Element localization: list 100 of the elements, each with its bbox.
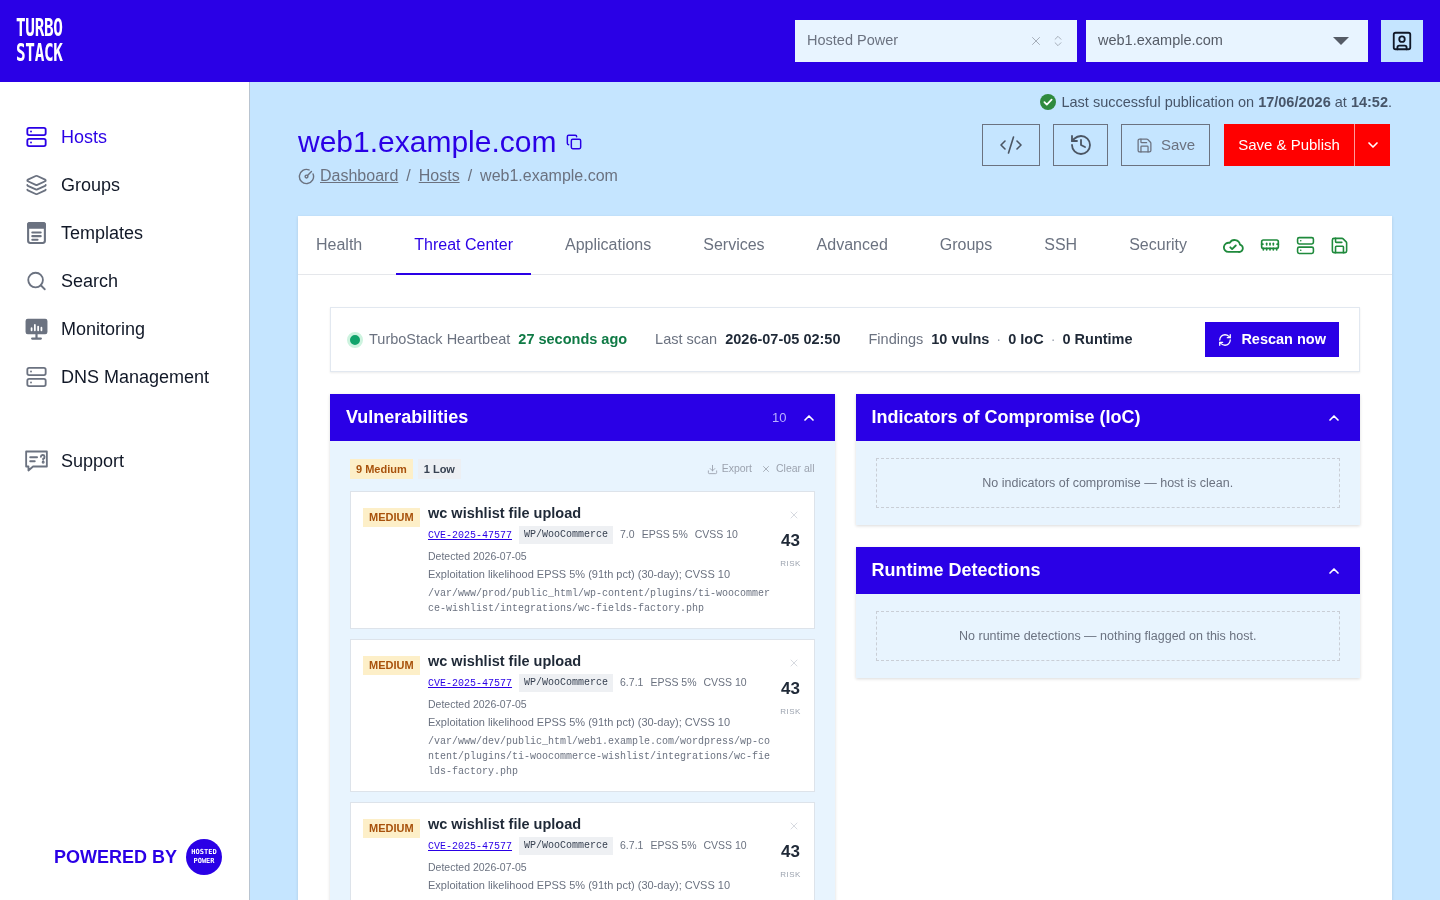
check-circle-icon — [1040, 94, 1057, 110]
vulnerability-description: Exploitation likelihood EPSS 5% (91th pct) (30-day); CVSS 10 — [428, 567, 732, 582]
finding-separator: · — [996, 329, 1002, 349]
profile-button[interactable] — [1381, 20, 1423, 62]
download-icon — [706, 463, 718, 475]
server-icon[interactable] — [1295, 235, 1315, 255]
detected-date: Detected 2026-07-05 — [428, 860, 528, 875]
cvss-label: CVSS 10 — [694, 527, 738, 543]
user-icon — [1391, 30, 1413, 52]
version-label: 6.7.1 — [620, 838, 644, 854]
publication-status: Last successful publication on 17/06/2026 at 14:52. — [1061, 93, 1392, 112]
copy-icon[interactable] — [566, 134, 583, 150]
finding-separator: · — [1050, 329, 1056, 349]
tab[interactable]: Services — [685, 216, 783, 275]
save-icon[interactable] — [1329, 235, 1349, 255]
heartbeat-age: 27 seconds ago — [518, 329, 628, 349]
cve-link[interactable]: CVE-2025-47577 — [428, 838, 512, 854]
tab[interactable]: Health — [298, 216, 381, 275]
code-button[interactable] — [982, 124, 1040, 166]
breadcrumb-link[interactable]: Dashboard — [320, 165, 399, 187]
breadcrumb-separator: / — [406, 166, 411, 186]
risk-label: RISK — [780, 707, 801, 717]
epss-label: EPSS 5% — [650, 675, 697, 691]
save-button[interactable]: Save — [1121, 124, 1210, 166]
risk-score: 43 — [781, 531, 800, 551]
vulnerability-title: wc wishlist file upload — [428, 815, 583, 834]
refresh-icon — [1218, 332, 1233, 347]
cvss-label: CVSS 10 — [703, 675, 747, 691]
file-path: /var/www/prod/public_html/wp-content/plugins/ti-woocommerce-wishlist/integrations/wc-fields-factory.php — [428, 587, 772, 616]
cvss-label: CVSS 10 — [703, 838, 747, 854]
empty-state: No indicators of compromise — host is clean. — [875, 458, 1340, 508]
brand-logo: TURBO STACK — [16, 16, 63, 66]
finding-count: 10 vulns — [931, 329, 990, 349]
cve-link[interactable]: CVE-2025-47577 — [428, 675, 512, 691]
sidebar-item[interactable]: Monitoring — [0, 305, 249, 353]
severity-filter[interactable]: 1 Low — [417, 459, 461, 479]
close-icon — [761, 464, 771, 474]
detected-date: Detected 2026-07-05 — [428, 697, 528, 712]
server-icon — [25, 126, 48, 148]
tab[interactable]: SSH — [1026, 216, 1096, 275]
panel-title: Indicators of Compromise (IoC) — [871, 406, 1141, 429]
sidebar-item[interactable]: Hosts — [0, 113, 249, 161]
vulnerability-description: Exploitation likelihood EPSS 5% (91th pct) (30-day); CVSS 10 — [428, 715, 732, 730]
code-icon — [999, 133, 1023, 157]
tab[interactable]: Applications — [546, 216, 670, 275]
epss-label: EPSS 5% — [641, 527, 688, 543]
severity-badge: MEDIUM — [363, 507, 420, 527]
sidebar-item[interactable]: Support — [0, 437, 249, 485]
breadcrumb-link[interactable]: Hosts — [418, 165, 460, 187]
organization-select[interactable]: Hosted Power — [795, 20, 1077, 62]
page-title: web1.example.com — [298, 124, 557, 160]
last-scan-label: Last scan — [655, 329, 718, 349]
sidebar-item[interactable]: DNS Management — [0, 353, 249, 401]
tab[interactable]: Security — [1111, 216, 1205, 275]
sidebar-item[interactable]: Templates — [0, 209, 249, 257]
layers-icon — [25, 174, 48, 196]
powered-by-label: POWERED BY — [54, 845, 177, 869]
count-label: 10 — [772, 408, 787, 427]
sidebar-item[interactable]: Groups — [0, 161, 249, 209]
severity-badge: MEDIUM — [363, 818, 420, 838]
vulnerability-title: wc wishlist file upload — [428, 504, 583, 523]
package-tag: WP/WooCommerce — [519, 674, 614, 692]
monitor-icon — [25, 318, 48, 340]
cve-link[interactable]: CVE-2025-47577 — [428, 527, 512, 543]
finding-count: 0 Runtime — [1062, 329, 1133, 349]
rescan-button[interactable]: Rescan now — [1205, 322, 1339, 357]
vulnerability-title: wc wishlist file upload — [428, 652, 583, 671]
history-button[interactable] — [1053, 124, 1108, 166]
severity-filter[interactable]: 9 Medium — [350, 459, 413, 479]
findings-label: Findings — [868, 329, 924, 349]
breadcrumb-current: web1.example.com — [480, 166, 618, 186]
risk-score: 43 — [781, 842, 800, 862]
gauge-icon — [298, 167, 315, 185]
panel-title: Vulnerabilities — [346, 406, 469, 429]
package-tag: WP/WooCommerce — [519, 837, 614, 855]
tab[interactable]: Threat Center — [396, 216, 531, 275]
caret-down-icon — [1333, 37, 1349, 45]
tab[interactable]: Groups — [921, 216, 1011, 275]
risk-label: RISK — [780, 559, 801, 569]
vulnerability-description: Exploitation likelihood EPSS 5% (91th pct) (30-day); CVSS 10 — [428, 878, 732, 893]
chat-bubble-icon — [25, 450, 48, 472]
breadcrumb-separator: / — [467, 166, 473, 186]
epss-label: EPSS 5% — [650, 838, 697, 854]
save-icon — [1135, 136, 1153, 154]
severity-badge: MEDIUM — [363, 655, 420, 675]
host-select[interactable]: web1.example.com — [1086, 20, 1368, 62]
history-icon — [1068, 133, 1093, 157]
file-path: /var/www/dev/public_html/web1.example.com/wordpress/wp-content/plugins/ti-woocommerce-wishlist/integrations/wc-fields-factory.php — [428, 735, 772, 779]
server-icon — [25, 366, 48, 388]
publish-button[interactable]: Save & Publish — [1224, 124, 1354, 166]
detected-date: Detected 2026-07-05 — [428, 549, 528, 564]
last-scan-value: 2026-07-05 02:50 — [725, 329, 841, 349]
version-label: 6.7.1 — [620, 675, 644, 691]
risk-score: 43 — [781, 679, 800, 699]
sidebar-item[interactable]: Search — [0, 257, 249, 305]
finding-count: 0 IoC — [1008, 329, 1044, 349]
search-icon — [25, 270, 48, 292]
cloud-check-icon[interactable] — [1222, 237, 1244, 253]
risk-label: RISK — [780, 870, 801, 880]
tab[interactable]: Advanced — [798, 216, 906, 275]
